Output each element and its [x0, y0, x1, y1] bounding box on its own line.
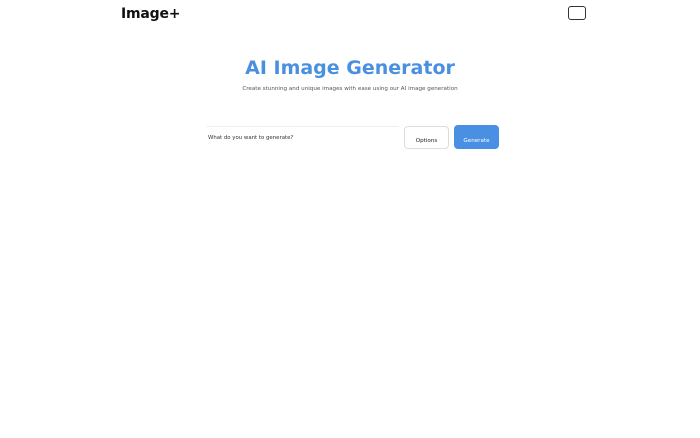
logo[interactable]: Image+ — [121, 6, 180, 22]
page-title: AI Image Generator — [245, 57, 455, 79]
options-button[interactable]: Options — [404, 126, 449, 149]
prompt-input[interactable] — [206, 126, 399, 148]
generate-button[interactable]: Generate — [454, 125, 499, 149]
page: Image+ AI Image Generator Create stunnin… — [0, 0, 700, 438]
menu-button[interactable] — [568, 6, 586, 20]
page-subtitle: Create stunning and unique images with e… — [242, 86, 458, 92]
